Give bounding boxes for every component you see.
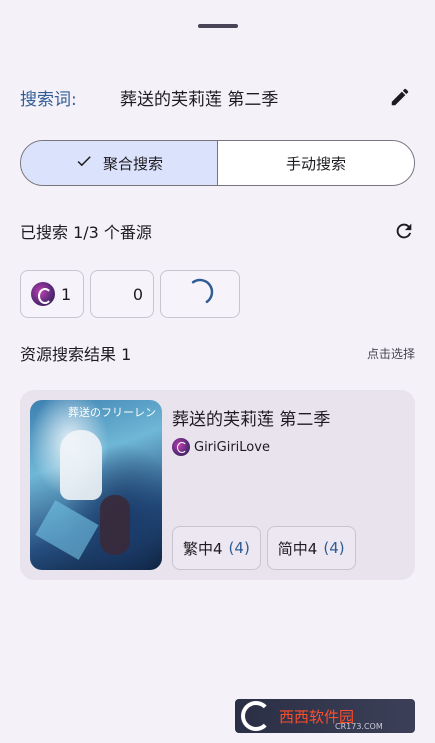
- girigiri-logo-icon: [172, 438, 190, 456]
- source-chips: 1 0: [20, 270, 240, 318]
- tag-label: 繁中4: [183, 539, 223, 558]
- source-chip-girigiri[interactable]: 1: [20, 270, 84, 318]
- subtitle-tags: 繁中4 (4) 简中4 (4): [172, 526, 356, 570]
- result-source-name: GiriGiriLove: [194, 439, 270, 455]
- edit-icon[interactable]: [385, 82, 415, 112]
- poster-title-text: 葬送のフリーレン: [68, 406, 156, 419]
- tag-traditional-chinese[interactable]: 繁中4 (4): [172, 526, 261, 570]
- result-title: 葬送的芙莉莲 第二季: [172, 410, 331, 430]
- search-status-row: 已搜索 1/3 个番源: [20, 216, 415, 246]
- tag-count: (4): [228, 539, 250, 557]
- results-header: 资源搜索结果 1 点击选择: [20, 340, 415, 366]
- manual-search-button[interactable]: 手动搜索: [217, 141, 414, 185]
- tag-label: 简中4: [277, 539, 318, 558]
- result-card[interactable]: 葬送のフリーレン 葬送的芙莉莲 第二季 GiriGiriLove 繁中4 (4)…: [20, 390, 415, 580]
- watermark-logo: 西西软件园 CR173.COM: [235, 699, 415, 733]
- source-chip-2[interactable]: 0: [90, 270, 154, 318]
- results-title: 资源搜索结果 1: [20, 345, 132, 364]
- search-keyword-row: 搜索词: 葬送的芙莉莲 第二季: [20, 80, 415, 114]
- search-progress-text: 已搜索 1/3 个番源: [20, 223, 152, 242]
- pick-hint: 点击选择: [366, 346, 415, 361]
- refresh-icon[interactable]: [385, 216, 415, 246]
- keyword-label: 搜索词:: [20, 89, 77, 110]
- aggregate-search-button[interactable]: 聚合搜索: [21, 141, 217, 185]
- search-mode-toggle: 聚合搜索 手动搜索: [20, 140, 415, 186]
- drag-handle[interactable]: [198, 24, 238, 28]
- aggregate-search-label: 聚合搜索: [102, 154, 163, 173]
- tag-simplified-chinese[interactable]: 简中4 (4): [266, 526, 356, 570]
- tag-count: (4): [323, 539, 345, 557]
- watermark-url: CR173.COM: [335, 722, 383, 731]
- result-source: GiriGiriLove: [172, 438, 270, 456]
- manual-search-label: 手动搜索: [285, 154, 346, 173]
- source-chip-count: 1: [61, 284, 72, 304]
- girigiri-logo-icon: [31, 282, 55, 306]
- loading-spinner-icon: [185, 277, 215, 311]
- source-chip-3[interactable]: [160, 270, 240, 318]
- watermark-c-icon: [241, 701, 271, 731]
- check-icon: [75, 152, 93, 174]
- source-chip-count: 0: [132, 284, 143, 304]
- keyword-value: 葬送的芙莉莲 第二季: [120, 89, 279, 110]
- anime-poster: 葬送のフリーレン: [30, 400, 162, 570]
